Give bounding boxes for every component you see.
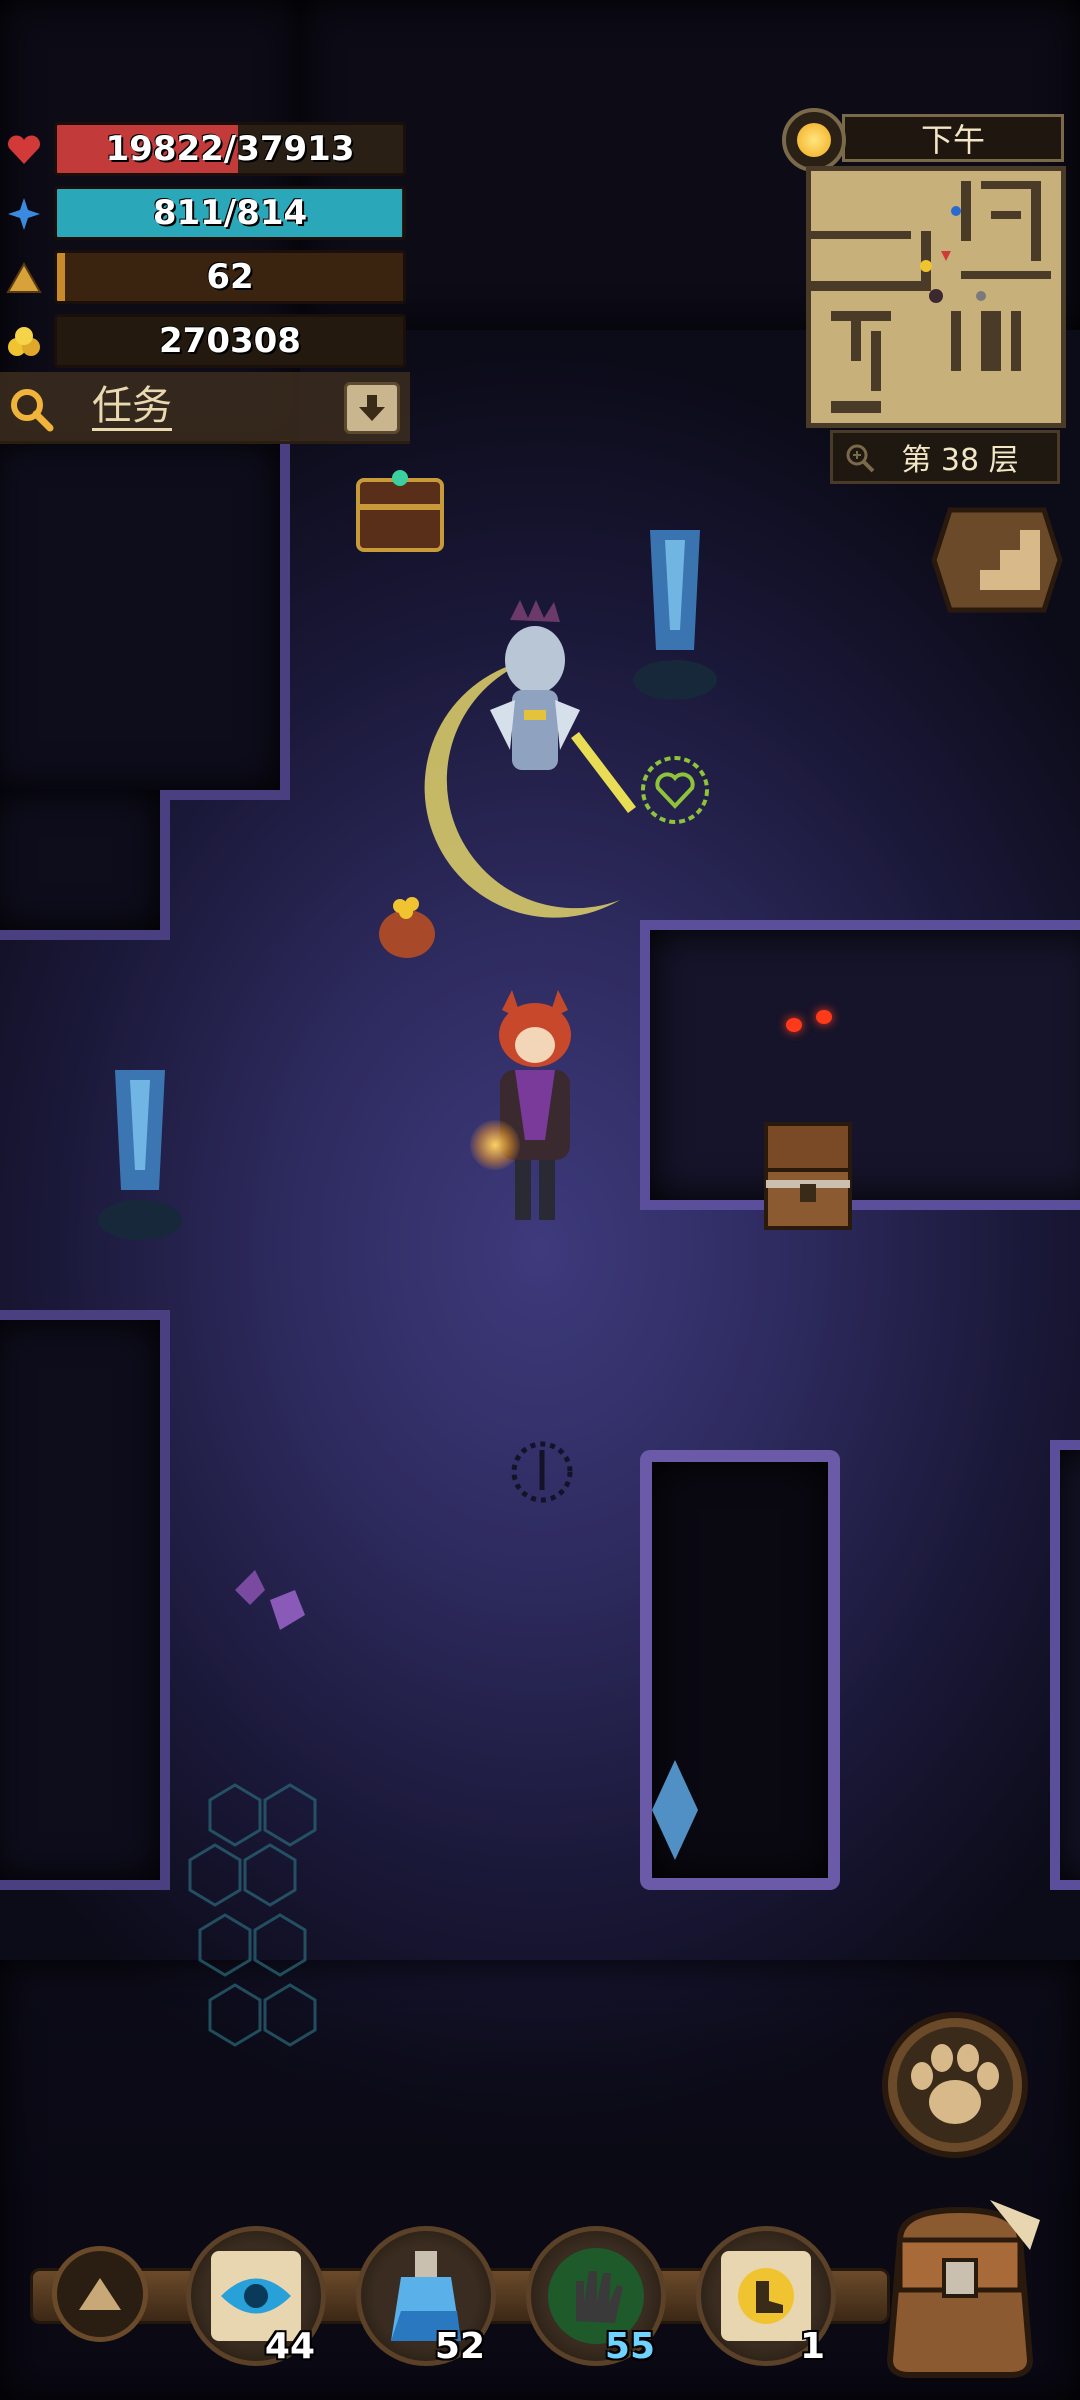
mp-row: 811/814: [0, 184, 410, 240]
backpack-icon[interactable]: [870, 2190, 1050, 2380]
wall-right-edge: [1050, 1440, 1080, 1890]
heart-icon: [4, 130, 44, 170]
mp-bar: 811/814: [54, 186, 406, 240]
floor-label: 第 38 层: [901, 443, 1019, 478]
floor-indicator[interactable]: 第 38 层: [830, 430, 1060, 484]
wall-right-mid: [640, 920, 1080, 1210]
toolbar-count: 1: [799, 2326, 825, 2367]
toolbar-count: 55: [604, 2326, 655, 2367]
task-bar[interactable]: 任务: [0, 372, 410, 444]
sun-icon: [782, 108, 846, 172]
heart-sigil-icon[interactable]: [630, 750, 720, 830]
ice-shard-icon[interactable]: [640, 1760, 710, 1870]
wall-left-lower: [0, 1310, 170, 1890]
level-icon: [4, 258, 44, 298]
toolbar-slot-2[interactable]: 52: [356, 2226, 496, 2367]
enemy-eyes[interactable]: [780, 1010, 840, 1040]
toolbar-slot-1[interactable]: 44: [186, 2226, 326, 2367]
task-label[interactable]: 任务: [92, 384, 172, 431]
crystal-statue[interactable]: [620, 520, 730, 710]
arrow-down-icon[interactable]: [344, 382, 400, 434]
toolbar-slot-4[interactable]: 1: [696, 2226, 836, 2367]
search-icon[interactable]: [8, 386, 54, 432]
gold-text: 270308: [159, 321, 301, 361]
treasure-chest-ornate[interactable]: [350, 460, 450, 560]
level-bar: 62: [54, 250, 406, 304]
toolbar-slot-3[interactable]: 55: [526, 2226, 666, 2367]
mana-icon: [4, 194, 44, 234]
minimap-layout: [811, 181, 1051, 413]
hp-text: 19822/37913: [105, 129, 355, 169]
gold-row: 270308: [0, 312, 410, 368]
time-of-day-label: 下午: [920, 121, 985, 159]
floor-trap-icon[interactable]: [500, 1430, 584, 1514]
hp-row: 19822/37913: [0, 120, 410, 176]
level-row: 62: [0, 248, 410, 304]
toolbar-count: 44: [264, 2326, 315, 2367]
up-arrow-icon[interactable]: [52, 2246, 148, 2342]
time-panel: 下午: [782, 108, 1064, 172]
gold-bag-icon[interactable]: [372, 890, 442, 960]
mp-text: 811/814: [152, 193, 308, 233]
toolbar-count: 52: [434, 2326, 485, 2367]
purple-crystals: [235, 1570, 305, 1630]
wall-left-mid: [0, 790, 170, 940]
paw-icon[interactable]: [880, 2010, 1030, 2160]
crystal-statue[interactable]: [85, 1060, 195, 1250]
gold-bar: 270308: [54, 314, 406, 368]
minimap[interactable]: [806, 166, 1066, 428]
torch-light: [470, 1120, 520, 1170]
treasure-chest[interactable]: [760, 1120, 856, 1234]
level-text: 62: [206, 257, 254, 297]
stairs-icon[interactable]: [930, 500, 1064, 620]
gold-icon: [4, 322, 44, 362]
time-label-box: 下午: [842, 114, 1064, 162]
ghost-hex-pillar: [188, 1783, 317, 2047]
sun-core: [797, 123, 831, 157]
zoom-icon[interactable]: [845, 443, 875, 473]
player-character[interactable]: [470, 990, 600, 1240]
wall-left-upper: [0, 440, 290, 800]
hp-bar: 19822/37913: [54, 122, 406, 176]
